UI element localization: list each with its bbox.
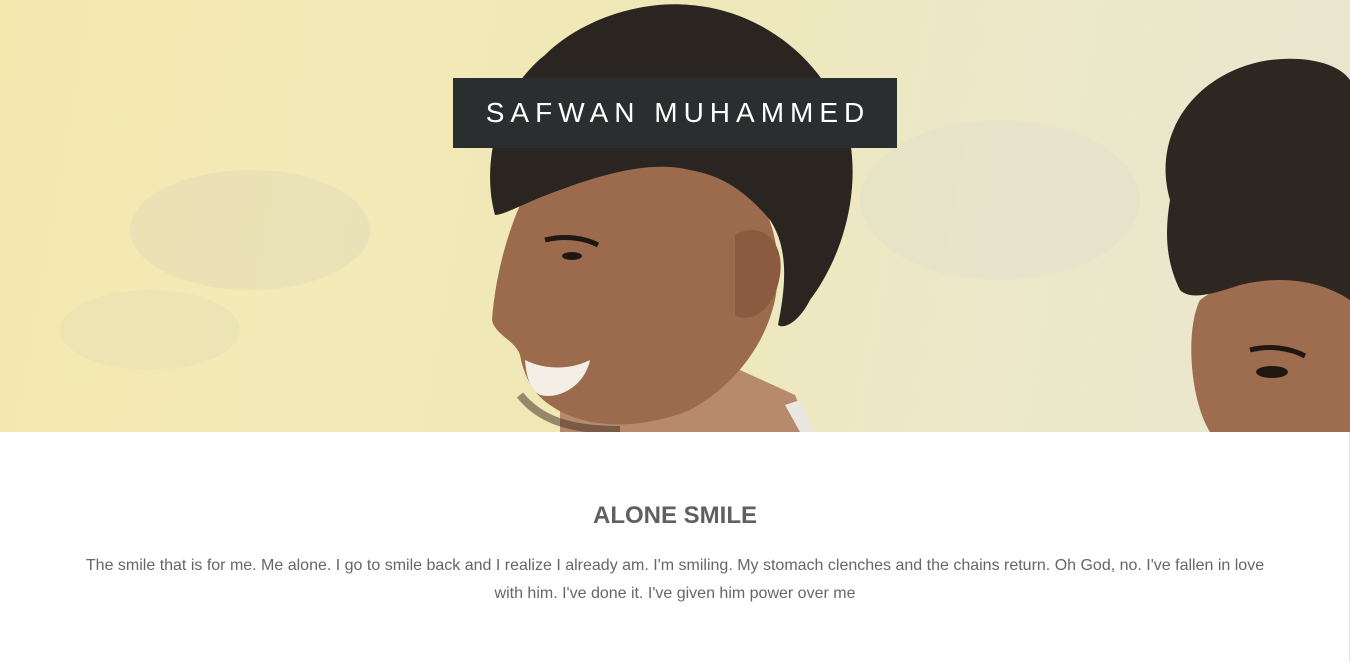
site-title: SAFWAN MUHAMMED [453,78,897,148]
section-title: ALONE SMILE [592,502,757,529]
hero-photo [60,4,1350,432]
person-center [490,4,853,432]
content-section: ALONE SMILE The smile that is for me. Me… [0,432,1350,662]
person-right [1165,58,1350,432]
section-body: The smile that is for me. Me alone. I go… [85,557,1265,602]
hero-banner: SAFWAN MUHAMMED [0,0,1350,432]
